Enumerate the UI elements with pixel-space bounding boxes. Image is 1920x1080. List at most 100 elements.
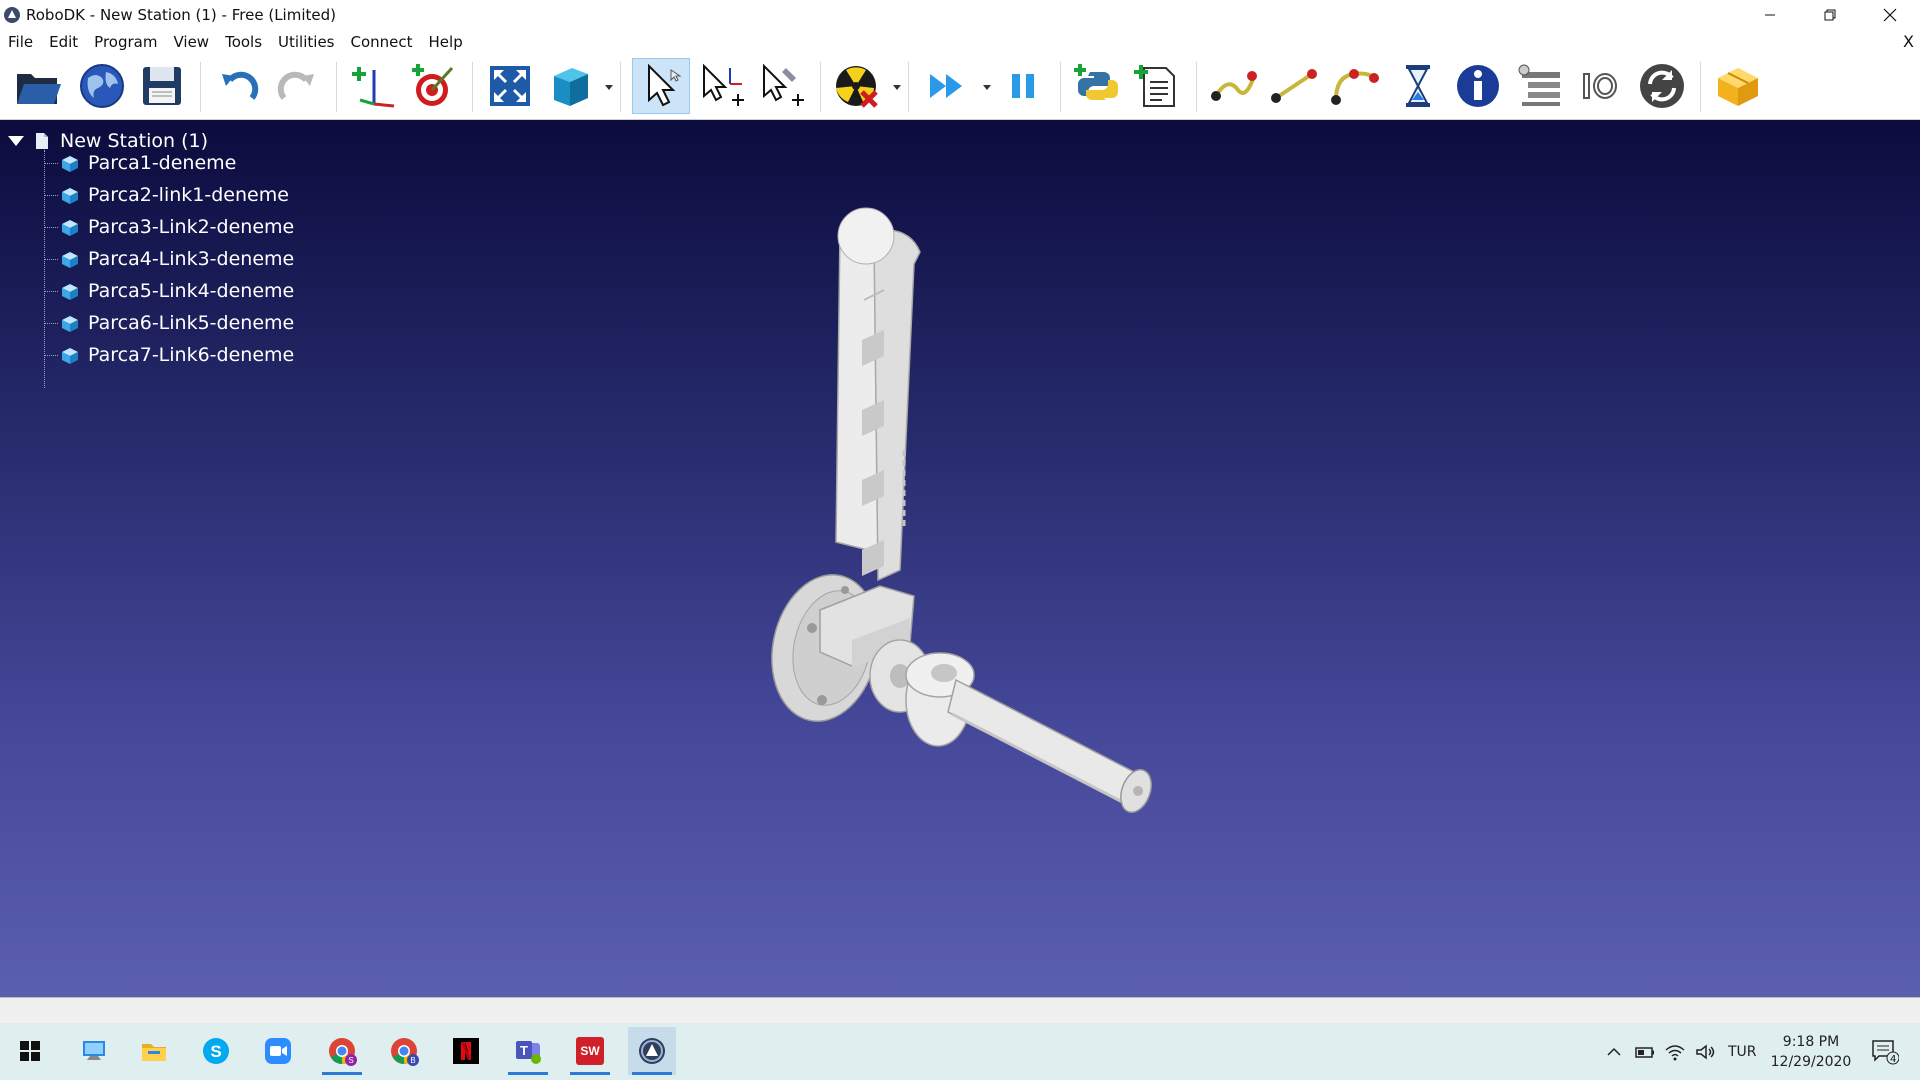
save-button[interactable]	[136, 60, 188, 112]
taskbar-solidworks[interactable]: SW	[566, 1027, 614, 1075]
close-icon	[1883, 8, 1897, 22]
redo-icon	[277, 71, 314, 100]
view-dropdown-arrow-icon[interactable]	[604, 82, 614, 92]
clock-date: 12/29/2020	[1770, 1054, 1852, 1070]
chrome-profile-s-icon: S	[329, 1038, 357, 1066]
package-button[interactable]	[1712, 60, 1764, 112]
pause-timer-button[interactable]	[1392, 60, 1444, 112]
move-linear-button[interactable]	[1268, 60, 1320, 112]
taskbar-teams[interactable]: T	[504, 1027, 552, 1075]
tree-item-part[interactable]: Parca3-Link2-deneme	[60, 214, 294, 240]
taskbar-clock[interactable]: 9:18 PM 12/29/2020	[1766, 1032, 1856, 1072]
move-linear-icon	[1271, 69, 1317, 103]
solidworks-2017-icon: SW	[576, 1037, 604, 1065]
collisions-dropdown-arrow-icon[interactable]	[892, 82, 902, 92]
object-icon	[62, 252, 78, 268]
wifi-icon[interactable]	[1664, 1042, 1686, 1062]
close-button[interactable]	[1860, 0, 1920, 30]
minimize-icon	[1765, 14, 1775, 16]
restore-button[interactable]	[1800, 0, 1860, 30]
menu-program[interactable]: Program	[86, 30, 165, 54]
add-python-program-button[interactable]	[1072, 60, 1124, 112]
move-tool-button[interactable]	[756, 60, 808, 112]
io-icon	[1583, 73, 1617, 99]
restore-icon	[1824, 9, 1836, 21]
svg-text:S: S	[348, 1056, 353, 1065]
move-reference-button[interactable]	[696, 60, 748, 112]
add-target-button[interactable]	[408, 60, 460, 112]
tree-item-part[interactable]: Parca6-Link5-deneme	[60, 310, 294, 336]
run-simulation-icon	[930, 74, 962, 98]
check-collisions-button[interactable]	[832, 60, 884, 112]
add-program-button[interactable]	[1132, 60, 1184, 112]
move-joint-button[interactable]	[1208, 60, 1260, 112]
move-circular-button[interactable]	[1328, 60, 1380, 112]
taskbar-chrome-b[interactable]: B	[380, 1027, 428, 1075]
open-folder-icon	[17, 74, 61, 104]
reconnect-button[interactable]	[1636, 60, 1688, 112]
pause-simulation-button[interactable]	[998, 60, 1050, 112]
menu-utilities[interactable]: Utilities	[270, 30, 342, 54]
volume-icon[interactable]	[1694, 1042, 1716, 1062]
info-button[interactable]	[1452, 60, 1504, 112]
collapse-arrow-icon[interactable]	[6, 131, 26, 151]
tree-item-part[interactable]: Parca5-Link4-deneme	[60, 278, 294, 304]
taskbar-netflix[interactable]	[442, 1027, 490, 1075]
tree-item-part[interactable]: Parca4-Link3-deneme	[60, 246, 294, 272]
menu-help[interactable]: Help	[421, 30, 471, 54]
tree-item-part[interactable]: Parca7-Link6-deneme	[60, 342, 294, 368]
open-button[interactable]	[12, 60, 64, 112]
tree-item-label: Parca6-Link5-deneme	[88, 312, 295, 334]
select-button[interactable]	[632, 58, 690, 114]
run-simulation-button[interactable]	[922, 60, 974, 112]
menu-view[interactable]: View	[165, 30, 217, 54]
notification-count-badge: 4	[1890, 1054, 1897, 1065]
start-button[interactable]	[6, 1027, 54, 1075]
view-cube-button[interactable]	[544, 60, 596, 112]
online-library-button[interactable]	[76, 60, 128, 112]
battery-icon[interactable]	[1634, 1042, 1656, 1062]
add-python-program-icon	[1074, 64, 1118, 100]
close-document-button[interactable]: X	[1903, 32, 1914, 51]
add-reference-frame-button[interactable]	[348, 60, 400, 112]
taskbar-this-pc[interactable]	[70, 1027, 118, 1075]
3d-viewport[interactable]: New Station (1) Parca1-deneme Parca2-lin…	[0, 120, 1920, 997]
online-library-globe-icon	[80, 64, 124, 108]
undo-button[interactable]	[212, 60, 264, 112]
svg-text:B: B	[410, 1056, 415, 1065]
minimize-button[interactable]	[1740, 0, 1800, 30]
menu-file[interactable]: File	[0, 30, 41, 54]
program-list-button[interactable]	[1514, 60, 1566, 112]
taskbar-zoom[interactable]	[254, 1027, 302, 1075]
action-center-button[interactable]: 4	[1860, 1027, 1908, 1075]
windows-taskbar: S S B T SW TUR 9:18 PM 12/29/2020 4	[0, 1023, 1920, 1080]
window-title: RoboDK - New Station (1) - Free (Limited…	[26, 6, 336, 24]
tree-item-part[interactable]: Parca2-link1-deneme	[60, 182, 289, 208]
file-explorer-icon	[142, 1044, 166, 1061]
taskbar-robodk[interactable]	[628, 1027, 676, 1075]
show-hidden-icons-chevron-icon[interactable]	[1604, 1042, 1624, 1062]
simulation-speed-dropdown-arrow-icon[interactable]	[982, 82, 992, 92]
taskbar-file-explorer[interactable]	[130, 1027, 178, 1075]
menu-edit[interactable]: Edit	[41, 30, 86, 54]
add-program-icon	[1134, 65, 1175, 107]
program-list-icon	[1518, 64, 1560, 106]
chrome-profile-b-icon: B	[391, 1038, 419, 1066]
io-button[interactable]	[1574, 60, 1626, 112]
menu-connect[interactable]: Connect	[343, 30, 421, 54]
save-icon	[143, 67, 181, 105]
object-icon	[62, 156, 78, 172]
tree-item-part[interactable]: Parca1-deneme	[60, 150, 236, 176]
robodk-icon	[639, 1038, 665, 1064]
menu-tools[interactable]: Tools	[217, 30, 270, 54]
taskbar-chrome-s[interactable]: S	[318, 1027, 366, 1075]
fit-all-button[interactable]	[484, 60, 536, 112]
redo-button[interactable]	[272, 60, 324, 112]
input-language-indicator[interactable]: TUR	[1728, 1044, 1757, 1060]
move-tool-icon	[763, 63, 804, 106]
taskbar-skype[interactable]: S	[192, 1027, 240, 1075]
clock-time: 9:18 PM	[1782, 1034, 1840, 1050]
object-icon	[62, 348, 78, 364]
netflix-icon	[453, 1038, 479, 1064]
status-bar	[0, 997, 1920, 1023]
